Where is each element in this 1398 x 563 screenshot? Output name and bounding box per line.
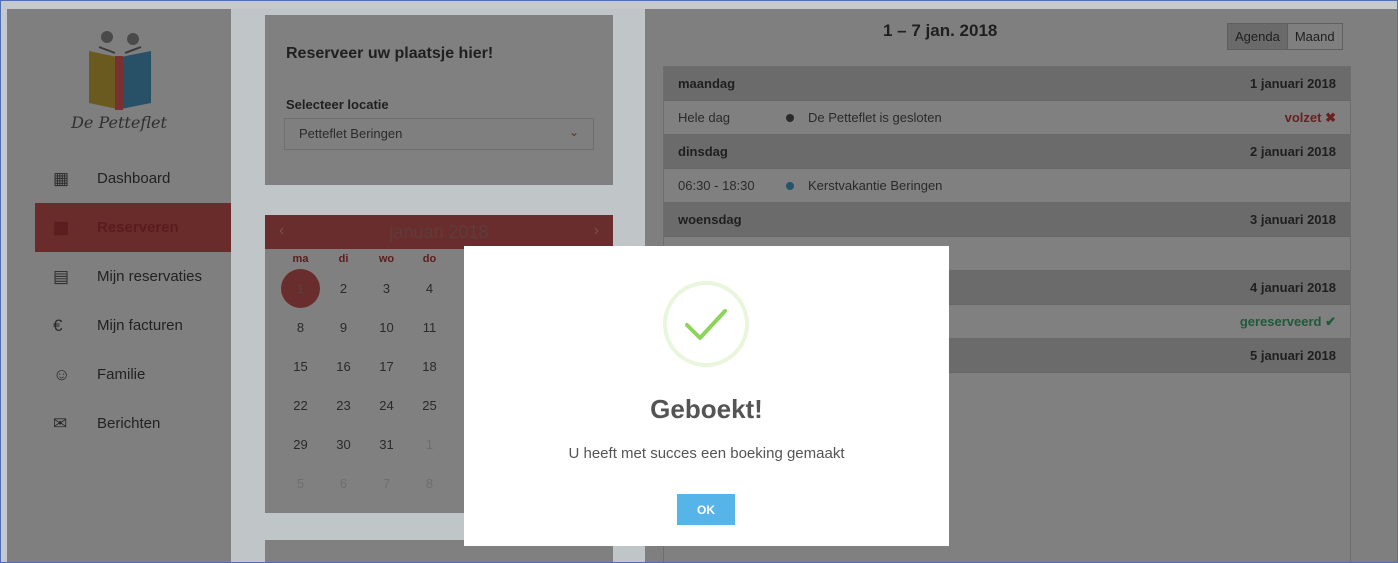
calendar-day[interactable]: 2 — [322, 281, 365, 296]
sidebar-item-label: Familie — [97, 366, 146, 383]
day-date: 1 januari 2018 — [1250, 76, 1336, 91]
sidebar: De Petteflet ▦ Dashboard ▩ Reserveren ▤ … — [7, 9, 231, 562]
calendar-day[interactable]: 8 — [279, 320, 322, 335]
event-title: De Petteflet is gesloten — [808, 110, 942, 125]
calendar-day[interactable]: 11 — [408, 320, 451, 335]
weekday-label: ma — [292, 253, 309, 265]
envelope-icon: ✉ — [53, 413, 68, 433]
weekday-label: di — [338, 253, 349, 265]
calendar-day[interactable]: 29 — [279, 437, 322, 452]
book-logo-icon — [89, 31, 151, 110]
calendar-day[interactable]: 10 — [365, 320, 408, 335]
sidebar-nav: ▦ Dashboard ▩ Reserveren ▤ Mijn reservat… — [35, 154, 231, 448]
calendar-day-other-month[interactable]: 5 — [279, 476, 322, 491]
ok-button[interactable]: OK — [677, 494, 735, 525]
location-label: Selecteer locatie — [286, 97, 389, 112]
euro-icon: € — [53, 315, 63, 335]
calendar-day-other-month[interactable]: 8 — [408, 476, 451, 491]
booking-title: Reserveer uw plaatsje hier! — [286, 45, 494, 62]
brand-name: De Petteflet — [71, 113, 167, 132]
day-date: 2 januari 2018 — [1250, 144, 1336, 159]
day-header: woensdag 3 januari 2018 — [664, 203, 1350, 237]
day-date: 4 januari 2018 — [1250, 280, 1336, 295]
sidebar-item-familie[interactable]: ☺ Familie — [35, 350, 231, 399]
prev-month-button[interactable]: ‹ — [279, 222, 284, 240]
calendar-day[interactable]: 15 — [279, 359, 322, 374]
calendar-icon: ▩ — [53, 217, 70, 237]
sidebar-item-reserveren[interactable]: ▩ Reserveren — [35, 203, 231, 252]
calendar-day[interactable]: 30 — [322, 437, 365, 452]
brand-logo[interactable]: De Petteflet — [59, 23, 179, 133]
location-select[interactable]: Petteflet Beringen ⌄ — [284, 118, 594, 150]
chevron-down-icon: ⌄ — [568, 125, 579, 139]
weekday-label: do — [422, 253, 437, 265]
status-badge: volzet ✖ — [1284, 109, 1336, 125]
day-name: maandag — [678, 76, 736, 91]
calendar-day[interactable]: 18 — [408, 359, 451, 374]
booking-card: Reserveer uw plaatsje hier! Selecteer lo… — [265, 15, 613, 185]
calendar-month: januari — [389, 221, 444, 242]
calendar-day[interactable]: 24 — [365, 398, 408, 413]
calendar-day[interactable]: 22 — [279, 398, 322, 413]
document-icon: ▤ — [53, 266, 70, 286]
family-icon: ☺ — [53, 364, 71, 384]
calendar-day[interactable]: 23 — [322, 398, 365, 413]
calendar-day[interactable]: 4 — [408, 281, 451, 296]
event-dot-icon — [786, 113, 794, 122]
sidebar-item-label: Mijn reservaties — [97, 268, 203, 285]
sidebar-item-mijn-facturen[interactable]: € Mijn facturen — [35, 301, 231, 350]
calendar-day-selected[interactable]: 1 — [279, 269, 322, 308]
checkmark-icon — [685, 309, 727, 340]
calendar-day[interactable]: 16 — [322, 359, 365, 374]
calendar-day-other-month[interactable]: 6 — [322, 476, 365, 491]
sidebar-item-label: Mijn facturen — [97, 317, 183, 334]
sidebar-item-dashboard[interactable]: ▦ Dashboard — [35, 154, 231, 203]
calendar-day-other-month[interactable]: 1 — [408, 437, 451, 452]
view-month-button[interactable]: Maand — [1288, 24, 1342, 49]
sidebar-item-label: Reserveren — [97, 219, 179, 236]
day-name: dinsdag — [678, 144, 728, 159]
calendar-header: ‹ januari 2018 › — [265, 215, 613, 249]
agenda-range-title: 1 – 7 jan. 2018 — [883, 21, 998, 40]
weekday-label: wo — [378, 253, 395, 265]
view-agenda-button[interactable]: Agenda — [1228, 24, 1288, 49]
day-header: maandag 1 januari 2018 — [664, 67, 1350, 101]
calendar-day[interactable]: 25 — [408, 398, 451, 413]
view-toggle: Agenda Maand — [1227, 23, 1343, 50]
calendar-day[interactable]: 31 — [365, 437, 408, 452]
day-header: dinsdag 2 januari 2018 — [664, 135, 1350, 169]
calendar-day[interactable]: 3 — [365, 281, 408, 296]
agenda-event[interactable]: Hele dag De Petteflet is gesloten volzet… — [664, 101, 1350, 135]
agenda-event[interactable]: 06:30 - 18:30 Kerstvakantie Beringen — [664, 169, 1350, 203]
next-month-button[interactable]: › — [594, 222, 599, 240]
calendar-year: 2018 — [448, 221, 489, 242]
sidebar-item-label: Berichten — [97, 415, 161, 432]
day-name: woensdag — [678, 212, 742, 227]
day-date: 5 januari 2018 — [1250, 348, 1336, 363]
app-window: De Petteflet ▦ Dashboard ▩ Reserveren ▤ … — [0, 0, 1398, 563]
status-badge: gereserveerd ✔ — [1239, 313, 1336, 329]
event-time: Hele dag — [678, 110, 731, 125]
event-dot-icon — [786, 181, 794, 190]
dialog-title: Geboekt! — [650, 394, 763, 424]
dashboard-icon: ▦ — [53, 168, 70, 188]
day-date: 3 januari 2018 — [1250, 212, 1336, 227]
sidebar-item-mijn-reservaties[interactable]: ▤ Mijn reservaties — [35, 252, 231, 301]
calendar-day[interactable]: 9 — [322, 320, 365, 335]
success-dialog: Geboekt! U heeft met succes een boeking … — [464, 246, 949, 546]
sidebar-item-label: Dashboard — [97, 170, 171, 187]
event-title: Kerstvakantie Beringen — [808, 178, 943, 193]
dialog-message: U heeft met succes een boeking gemaakt — [568, 445, 845, 462]
success-check-icon — [663, 281, 749, 367]
sidebar-item-berichten[interactable]: ✉ Berichten — [35, 399, 231, 448]
calendar-day-other-month[interactable]: 7 — [365, 476, 408, 491]
calendar-day[interactable]: 17 — [365, 359, 408, 374]
location-select-value: Petteflet Beringen — [299, 126, 403, 141]
event-time: 06:30 - 18:30 — [678, 178, 755, 193]
